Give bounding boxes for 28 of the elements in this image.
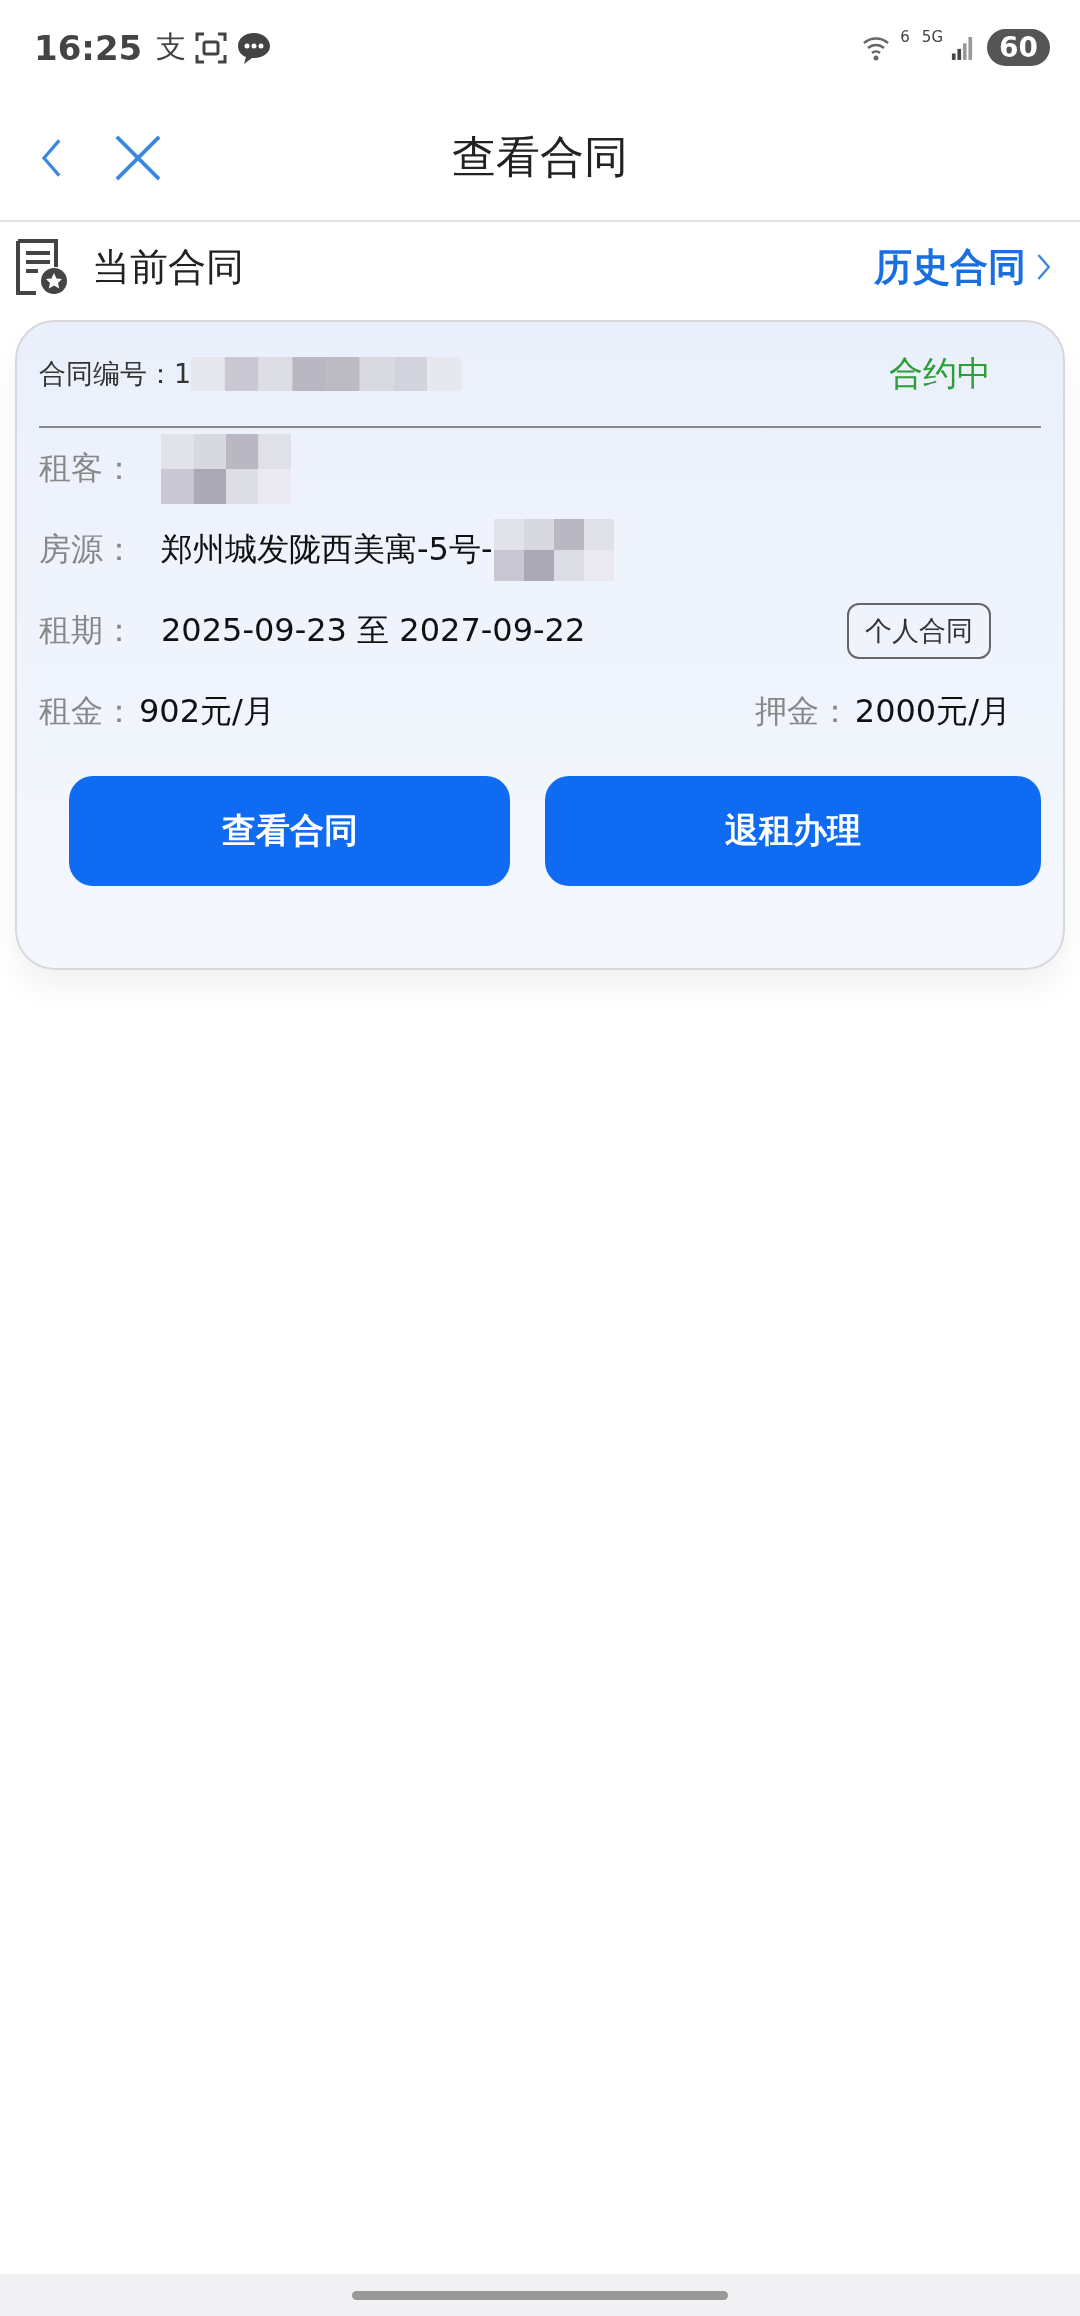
battery-indicator: 60 xyxy=(987,29,1050,66)
contract-number: 合同编号：1 xyxy=(39,357,192,391)
field-value: 902元/月 xyxy=(139,690,275,732)
field-label: 押金： xyxy=(754,690,851,732)
field-label: 房源： xyxy=(39,528,136,570)
field-label: 租金： xyxy=(39,690,135,732)
chevron-icon xyxy=(1036,252,1052,282)
network-label: 5G xyxy=(921,28,944,46)
field-value: 2025-09-23 至 2027-09-22 xyxy=(161,609,586,651)
field-value: 郑州城发陇西美寓-5号- xyxy=(161,528,493,570)
page-title: 查看合同 xyxy=(452,130,628,184)
contract-document-icon xyxy=(14,237,70,297)
gesture-handle[interactable] xyxy=(352,2290,728,2300)
field-label: 租期： xyxy=(39,609,136,651)
status-time: 16:25 xyxy=(34,27,143,68)
move-out-button[interactable]: 退租办理 xyxy=(545,776,1041,886)
view-contract-button[interactable]: 查看合同 xyxy=(69,776,511,886)
close-button[interactable] xyxy=(114,133,162,182)
history-contracts-link[interactable]: 历史合同 xyxy=(874,241,1052,293)
scan-icon xyxy=(194,30,229,65)
contract-status: 合约中 xyxy=(889,352,991,395)
field-value: 2000元/月 xyxy=(854,690,1011,732)
contract-type-tag: 个人合同 xyxy=(847,602,991,659)
section-title: 当前合同 xyxy=(92,243,244,291)
chat-bubble-icon xyxy=(236,30,273,65)
notification-glyph: 支 xyxy=(156,28,187,66)
field-label: 租客： xyxy=(39,447,136,489)
wifi-label: 6 xyxy=(900,28,910,46)
